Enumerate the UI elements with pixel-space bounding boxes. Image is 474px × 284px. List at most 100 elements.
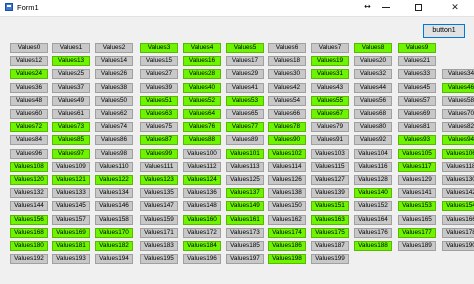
value-label: Values73 — [52, 122, 90, 132]
button1[interactable]: button1 — [423, 24, 465, 38]
value-label: Values34 — [442, 69, 474, 79]
value-label: Values43 — [311, 83, 349, 93]
value-label: Values9 — [398, 43, 436, 53]
value-label: Values122 — [95, 175, 133, 185]
value-label: Values125 — [226, 175, 264, 185]
value-label: Values42 — [268, 83, 306, 93]
value-label: Values175 — [311, 228, 349, 238]
value-label: Values163 — [311, 215, 349, 225]
value-label: Values52 — [183, 96, 221, 106]
value-label: Values173 — [226, 228, 264, 238]
value-label: Values184 — [183, 241, 221, 251]
value-label: Values133 — [52, 188, 90, 198]
value-label: Values54 — [268, 96, 306, 106]
value-label: Values183 — [140, 241, 178, 251]
value-label: Values101 — [226, 149, 264, 159]
value-label: Values121 — [52, 175, 90, 185]
value-label: Values79 — [311, 122, 349, 132]
value-label: Values74 — [95, 122, 133, 132]
value-label: Values14 — [95, 56, 133, 66]
value-label: Values17 — [226, 56, 264, 66]
value-label: Values65 — [226, 109, 264, 119]
value-label: Values194 — [95, 254, 133, 264]
value-label: Values87 — [140, 135, 178, 145]
value-label: Values86 — [95, 135, 133, 145]
maximize-icon — [414, 4, 422, 11]
value-label: Values178 — [442, 228, 474, 238]
value-label: Values195 — [140, 254, 178, 264]
value-label: Values110 — [95, 162, 133, 172]
value-label: Values196 — [183, 254, 221, 264]
value-label: Values46 — [442, 83, 474, 93]
value-label: Values134 — [95, 188, 133, 198]
value-label: Values142 — [442, 188, 474, 198]
value-label: Values76 — [183, 122, 221, 132]
value-label: Values93 — [398, 135, 436, 145]
value-label: Values139 — [311, 188, 349, 198]
value-label: Values49 — [52, 96, 90, 106]
minimize-button[interactable] — [371, 0, 401, 16]
value-label: Values153 — [398, 201, 436, 211]
value-label: Values38 — [95, 83, 133, 93]
value-label: Values98 — [95, 149, 133, 159]
value-label: Values156 — [10, 215, 48, 225]
value-label: Values32 — [354, 69, 392, 79]
value-label: Values51 — [140, 96, 178, 106]
value-label: Values162 — [268, 215, 306, 225]
value-label: Values85 — [52, 135, 90, 145]
value-label: Values88 — [183, 135, 221, 145]
value-label: Values112 — [183, 162, 221, 172]
value-label: Values12 — [10, 56, 48, 66]
value-label: Values135 — [140, 188, 178, 198]
value-label: Values115 — [311, 162, 349, 172]
value-label: Values118 — [442, 162, 474, 172]
value-label: Values24 — [10, 69, 48, 79]
value-label: Values150 — [268, 201, 306, 211]
value-label: Values152 — [354, 201, 392, 211]
value-label: Values25 — [52, 69, 90, 79]
value-label: Values180 — [10, 241, 48, 251]
value-label: Values78 — [268, 122, 306, 132]
value-label: Values27 — [140, 69, 178, 79]
value-label: Values40 — [183, 83, 221, 93]
value-label: Values80 — [354, 122, 392, 132]
value-label: Values188 — [354, 241, 392, 251]
value-label: Values113 — [226, 162, 264, 172]
maximize-button[interactable] — [403, 0, 433, 16]
minimize-icon — [382, 7, 390, 8]
value-label: Values28 — [183, 69, 221, 79]
value-label: Values13 — [52, 56, 90, 66]
value-label: Values20 — [354, 56, 392, 66]
value-label: Values48 — [10, 96, 48, 106]
value-label: Values161 — [226, 215, 264, 225]
value-label: Values55 — [311, 96, 349, 106]
app-icon — [5, 3, 13, 11]
value-label: Values56 — [354, 96, 392, 106]
value-label: Values45 — [398, 83, 436, 93]
value-label: Values177 — [398, 228, 436, 238]
value-label: Values31 — [311, 69, 349, 79]
value-label: Values116 — [354, 162, 392, 172]
title-bar[interactable]: Form1 ↔ ✕ — [0, 0, 474, 17]
value-label: Values68 — [354, 109, 392, 119]
value-label: Values182 — [95, 241, 133, 251]
value-label: Values7 — [311, 43, 349, 53]
value-label: Values58 — [442, 96, 474, 106]
value-label: Values170 — [95, 228, 133, 238]
value-label: Values154 — [442, 201, 474, 211]
value-label: Values21 — [398, 56, 436, 66]
value-label: Values62 — [95, 109, 133, 119]
value-label: Values114 — [268, 162, 306, 172]
value-label: Values44 — [354, 83, 392, 93]
value-label: Values81 — [398, 122, 436, 132]
value-label: Values102 — [268, 149, 306, 159]
value-label: Values158 — [95, 215, 133, 225]
value-label: Values100 — [183, 149, 221, 159]
value-label: Values148 — [183, 201, 221, 211]
value-label: Values136 — [183, 188, 221, 198]
value-label: Values168 — [10, 228, 48, 238]
value-label: Values117 — [398, 162, 436, 172]
close-button[interactable]: ✕ — [440, 0, 470, 16]
value-label: Values6 — [268, 43, 306, 53]
value-label: Values164 — [354, 215, 392, 225]
